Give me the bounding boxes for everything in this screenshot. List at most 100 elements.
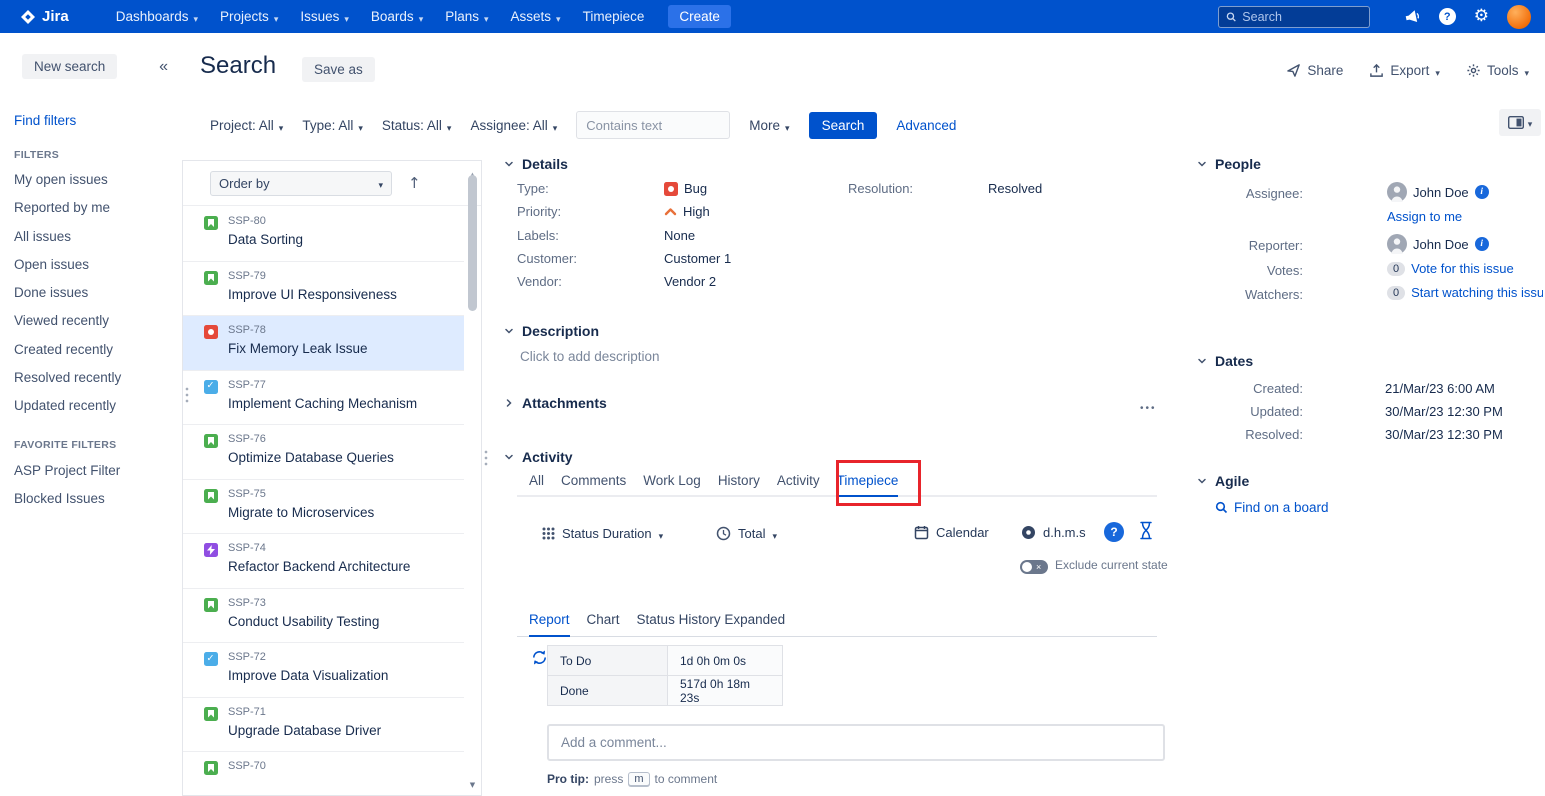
scrollbar-thumb[interactable] [468,175,477,311]
more-filters-dropdown[interactable]: More [749,117,789,134]
sidebar-item-open-issues[interactable]: Open issues [14,251,121,279]
collapse-sidebar-icon[interactable] [159,58,168,76]
chevron-down-icon[interactable] [1196,355,1208,367]
tab-timepiece[interactable]: Timepiece [837,473,899,497]
sidebar-item-my-open-issues[interactable]: My open issues [14,166,121,194]
sidebar-item-asp-project-filter[interactable]: ASP Project Filter [14,457,120,485]
panel-resize-handle[interactable] [484,449,488,468]
new-search-button[interactable]: New search [22,54,117,79]
nav-timepiece[interactable]: Timepiece [572,0,656,33]
chevron-down-icon[interactable] [503,158,515,170]
nav-assets[interactable]: Assets [500,0,572,33]
info-icon[interactable]: i [1475,237,1489,251]
chevron-right-icon[interactable] [503,397,515,409]
tab-history[interactable]: History [718,473,760,495]
display-format-dropdown[interactable]: d.h.m.s [1021,525,1086,540]
chevron-down-icon[interactable] [503,325,515,337]
assignee-filter-dropdown[interactable]: Assignee: All [470,117,557,134]
project-filter-dropdown[interactable]: Project: All [210,117,283,134]
status-duration-dropdown[interactable]: Status Duration [542,525,663,542]
issue-row[interactable]: SSP-72Improve Data Visualization [183,643,464,698]
view-layout-toggle[interactable] [1499,109,1541,136]
help-icon[interactable]: ? [1439,8,1456,25]
scroll-down-arrow[interactable] [465,774,480,792]
issue-row[interactable]: SSP-70 [183,752,464,795]
sidebar-item-reported-by-me[interactable]: Reported by me [14,194,121,222]
issue-row[interactable]: SSP-73Conduct Usability Testing [183,589,464,644]
customer-value[interactable]: Customer 1 [664,251,731,266]
save-as-button[interactable]: Save as [302,57,375,82]
vendor-value[interactable]: Vendor 2 [664,274,731,289]
tab-activity[interactable]: Activity [777,473,820,495]
user-avatar[interactable] [1507,5,1531,29]
calendar-button[interactable]: Calendar [914,525,989,540]
assign-to-me-link[interactable]: Assign to me [1387,209,1462,224]
contains-text-input[interactable] [576,111,730,139]
tools-dropdown[interactable]: Tools [1466,62,1529,79]
settings-gear-icon[interactable] [1474,8,1489,25]
assignee-name[interactable]: John Doe [1413,185,1469,200]
reporter-name[interactable]: John Doe [1413,237,1469,252]
find-filters-link[interactable]: Find filters [14,113,76,128]
vote-for-issue-link[interactable]: Vote for this issue [1411,261,1514,276]
create-button[interactable]: Create [668,5,731,28]
tab-comments[interactable]: Comments [561,473,626,495]
attachments-more-button[interactable] [1140,398,1157,416]
help-icon[interactable]: ? [1104,522,1124,542]
find-on-board-link[interactable]: Find on a board [1215,500,1329,515]
tab-chart[interactable]: Chart [587,612,620,636]
chevron-down-icon[interactable] [1196,475,1208,487]
sidebar-item-done-issues[interactable]: Done issues [14,279,121,307]
sidebar-item-created-recently[interactable]: Created recently [14,336,121,364]
status-filter-dropdown[interactable]: Status: All [382,117,452,134]
issue-row[interactable]: SSP-77Implement Caching Mechanism [183,371,464,426]
chevron-down-icon[interactable] [503,451,515,463]
nav-projects[interactable]: Projects [209,0,289,33]
sidebar-item-viewed-recently[interactable]: Viewed recently [14,307,121,335]
sort-direction-button[interactable] [408,174,421,193]
issue-row[interactable]: SSP-76Optimize Database Queries [183,425,464,480]
sidebar-item-all-issues[interactable]: All issues [14,223,121,251]
issue-row[interactable]: SSP-75Migrate to Microservices [183,480,464,535]
export-dropdown[interactable]: Export [1369,62,1440,79]
chevron-down-icon[interactable] [1196,158,1208,170]
order-by-select[interactable]: Order by [210,171,392,196]
nav-boards[interactable]: Boards [360,0,434,33]
nav-search-input[interactable] [1242,10,1361,24]
issue-row[interactable]: SSP-80Data Sorting [183,207,464,262]
priority-value[interactable]: High [664,204,731,219]
issue-row[interactable]: SSP-74Refactor Backend Architecture [183,534,464,589]
advanced-search-link[interactable]: Advanced [896,118,956,133]
nav-plans[interactable]: Plans [434,0,499,33]
issue-row[interactable]: SSP-79Improve UI Responsiveness [183,262,464,317]
issue-type-value[interactable]: Bug [664,181,731,196]
sidebar-item-blocked-issues[interactable]: Blocked Issues [14,485,120,513]
hourglass-icon[interactable] [1139,521,1153,545]
comment-input[interactable] [547,724,1165,761]
add-description-placeholder[interactable]: Click to add description [520,349,660,364]
tab-report[interactable]: Report [529,612,570,637]
nav-search-box[interactable] [1218,6,1370,28]
sidebar-item-resolved-recently[interactable]: Resolved recently [14,364,121,392]
type-filter-dropdown[interactable]: Type: All [302,117,363,134]
issue-row[interactable]: SSP-71Upgrade Database Driver [183,698,464,753]
issue-row-selected[interactable]: SSP-78Fix Memory Leak Issue [183,316,464,371]
share-button[interactable]: Share [1286,63,1343,78]
total-dropdown[interactable]: Total [716,525,777,542]
labels-value[interactable]: None [664,228,731,243]
nav-issues[interactable]: Issues [289,0,360,33]
clock-icon [716,526,731,541]
search-button[interactable]: Search [809,112,878,139]
jira-logo[interactable]: Jira [20,8,69,25]
tab-status-history-expanded[interactable]: Status History Expanded [637,612,786,636]
sidebar-item-updated-recently[interactable]: Updated recently [14,392,121,420]
tab-work-log[interactable]: Work Log [643,473,701,495]
announcement-megaphone-icon[interactable] [1403,9,1421,25]
tab-all[interactable]: All [529,473,544,495]
start-watching-link[interactable]: Start watching this issue [1411,285,1543,300]
info-icon[interactable]: i [1475,185,1489,199]
panel-resize-handle[interactable] [185,386,189,405]
exclude-current-state-toggle[interactable]: × [1020,560,1048,574]
nav-dashboards[interactable]: Dashboards [105,0,209,33]
top-navigation-bar: Jira Dashboards Projects Issues Boards P… [0,0,1545,33]
